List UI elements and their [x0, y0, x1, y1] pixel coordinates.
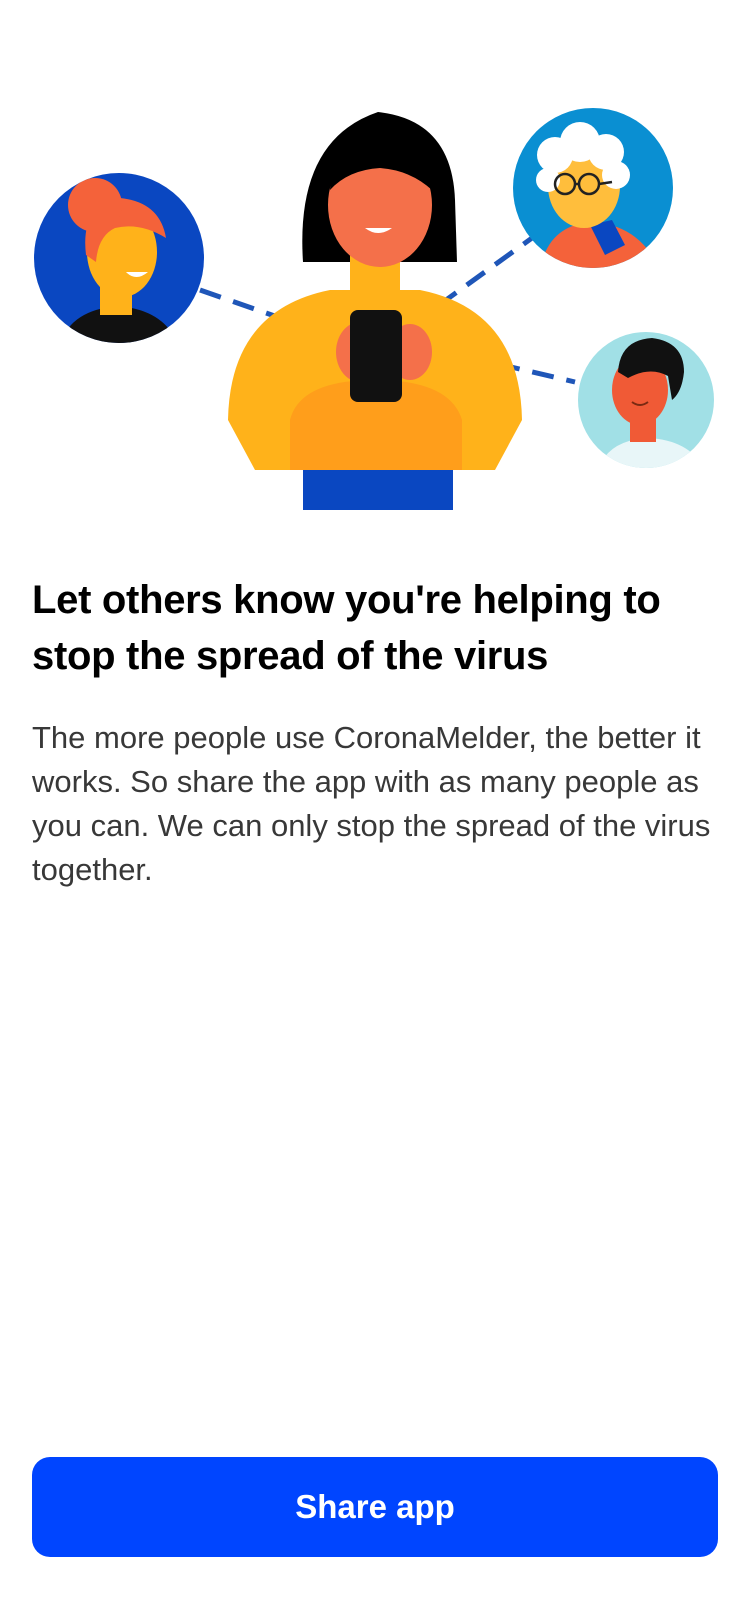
central-woman-with-phone — [228, 112, 522, 510]
share-app-button[interactable]: Share app — [32, 1457, 718, 1557]
onboarding-content: Let others know you're helping to stop t… — [32, 572, 722, 892]
share-app-button-label: Share app — [295, 1488, 455, 1525]
description-text: The more people use CoronaMelder, the be… — [32, 720, 711, 887]
page-title: Let others know you're helping to stop t… — [32, 578, 661, 678]
avatar-man-dark-hair — [578, 332, 714, 468]
avatar-woman-red-hair — [34, 173, 204, 343]
people-sharing-app-illustration — [34, 108, 714, 510]
onboarding-share-screen: Let others know you're helping to stop t… — [0, 0, 750, 1624]
avatar-elderly-woman — [513, 108, 673, 268]
